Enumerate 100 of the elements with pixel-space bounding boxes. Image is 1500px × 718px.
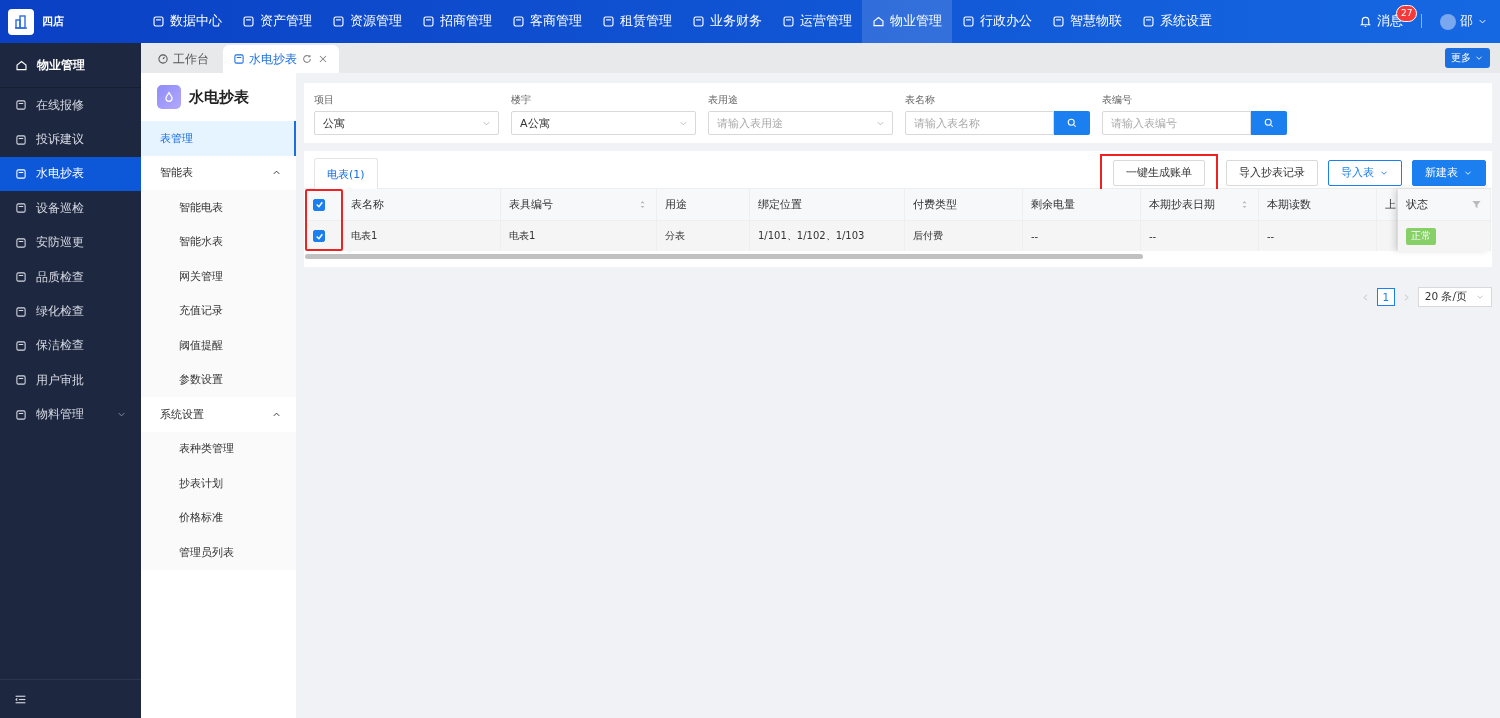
outline-square-icon bbox=[15, 374, 27, 387]
outline-square-icon bbox=[15, 305, 27, 318]
top-nav-item[interactable]: 资源管理 bbox=[322, 0, 412, 43]
top-nav-item[interactable]: 业务财务 bbox=[682, 0, 772, 43]
action-button[interactable]: 新建表 bbox=[1412, 159, 1486, 186]
brand-name: 四店 bbox=[42, 14, 64, 29]
outline-square-icon bbox=[15, 99, 27, 112]
top-nav-item[interactable]: 资产管理 bbox=[232, 0, 322, 43]
table-cell: 1/101、1/102、1/103 bbox=[750, 220, 905, 251]
field-label: 楼宇 bbox=[511, 93, 532, 105]
outline-square-icon bbox=[962, 15, 975, 28]
outline-square-icon bbox=[15, 408, 27, 421]
sidebar-item[interactable]: 安防巡更 bbox=[0, 225, 141, 260]
sidebar-item[interactable]: 在线报修 bbox=[0, 88, 141, 123]
submenu-item[interactable]: 抄表计划 bbox=[141, 466, 296, 501]
outline-square-icon bbox=[15, 236, 27, 249]
outline-square-icon bbox=[1142, 15, 1155, 28]
submenu-item[interactable]: 智能电表 bbox=[141, 190, 296, 225]
checkbox[interactable] bbox=[313, 230, 325, 242]
submenu-item[interactable]: 网关管理 bbox=[141, 259, 296, 294]
action-button[interactable]: 一键生成账单 bbox=[1113, 159, 1205, 186]
search-button[interactable] bbox=[1054, 111, 1090, 135]
gauge-icon bbox=[157, 53, 169, 65]
column-header[interactable]: 表具编号 bbox=[501, 189, 657, 220]
top-nav-item[interactable]: 客商管理 bbox=[502, 0, 592, 43]
outline-square-icon bbox=[15, 202, 27, 215]
home-icon bbox=[15, 58, 28, 72]
sidebar-item[interactable]: 保洁检查 bbox=[0, 328, 141, 364]
home-icon bbox=[872, 15, 885, 28]
search-icon bbox=[1066, 117, 1078, 129]
sidebar-item[interactable]: 物料管理 bbox=[0, 397, 141, 432]
top-nav-item[interactable]: 行政办公 bbox=[952, 0, 1042, 43]
checkbox[interactable] bbox=[313, 198, 325, 211]
search-icon bbox=[1263, 117, 1275, 129]
column-header[interactable]: 本期抄表日期 bbox=[1141, 189, 1259, 220]
outline-square-icon bbox=[15, 271, 27, 284]
building-logo-icon bbox=[8, 8, 34, 35]
sidebar-item[interactable]: 品质检查 bbox=[0, 259, 141, 295]
table-cell: -- bbox=[1259, 220, 1377, 251]
sidebar-item[interactable]: 设备巡检 bbox=[0, 191, 141, 226]
sidebar-item[interactable]: 用户审批 bbox=[0, 363, 141, 398]
avatar-icon[interactable] bbox=[1440, 13, 1456, 30]
page-tab[interactable]: 水电抄表 bbox=[223, 45, 339, 73]
column-header[interactable]: 状态 bbox=[1398, 189, 1491, 220]
outline-square-icon bbox=[692, 15, 705, 28]
status-tag: 正常 bbox=[1406, 227, 1436, 245]
submenu-item[interactable]: 参数设置 bbox=[141, 362, 296, 397]
action-button[interactable]: 导入抄表记录 bbox=[1226, 159, 1318, 186]
page-size-select[interactable]: 20 条/页 bbox=[1417, 287, 1492, 307]
submenu-item[interactable]: 系统设置 bbox=[141, 397, 296, 432]
sidebar-item[interactable]: 绿化检查 bbox=[0, 294, 141, 329]
field-label: 表用途 bbox=[708, 93, 739, 105]
top-nav-item[interactable]: 招商管理 bbox=[412, 0, 502, 43]
submenu-item[interactable]: 表管理 bbox=[141, 121, 296, 156]
submenu-item[interactable]: 阈值提醒 bbox=[141, 328, 296, 363]
outline-square-icon bbox=[602, 15, 615, 28]
page-button[interactable]: 1 bbox=[1376, 288, 1395, 306]
field-label: 表编号 bbox=[1102, 93, 1133, 105]
field-label: 表名称 bbox=[905, 93, 936, 105]
column-header: 本期读数 bbox=[1259, 189, 1377, 220]
top-nav-item[interactable]: 租赁管理 bbox=[592, 0, 682, 43]
user-name[interactable]: 邵 bbox=[1460, 13, 1473, 30]
outline-square-icon bbox=[15, 167, 27, 180]
outline-square-icon bbox=[1052, 15, 1065, 28]
table-cell: -- bbox=[1023, 220, 1141, 251]
refresh-icon bbox=[301, 53, 313, 65]
top-nav-item[interactable]: 运营管理 bbox=[772, 0, 862, 43]
column-header: 上 bbox=[1377, 189, 1397, 220]
outline-square-icon bbox=[15, 133, 27, 146]
sidebar-item[interactable]: 水电抄表 bbox=[0, 156, 141, 192]
column-header: 付费类型 bbox=[905, 189, 1023, 220]
table-cell: 后付费 bbox=[905, 220, 1023, 251]
table-tab[interactable]: 电表(1) bbox=[314, 158, 378, 189]
sidebar-item[interactable]: 投诉建议 bbox=[0, 122, 141, 157]
outline-square-icon bbox=[422, 15, 435, 28]
submenu-item[interactable]: 智能表 bbox=[141, 155, 296, 190]
top-nav-item[interactable]: 物业管理 bbox=[862, 0, 952, 43]
outline-square-icon bbox=[782, 15, 795, 28]
page-title: 水电抄表 bbox=[189, 87, 249, 107]
submenu-item[interactable]: 智能水表 bbox=[141, 224, 296, 259]
table-cell: 电表1 bbox=[501, 220, 657, 251]
search-button[interactable] bbox=[1251, 111, 1287, 135]
top-nav-item[interactable]: 智慧物联 bbox=[1042, 0, 1132, 43]
submenu-item[interactable]: 表种类管理 bbox=[141, 431, 296, 466]
top-nav-item[interactable]: 数据中心 bbox=[142, 0, 232, 43]
submenu-item[interactable]: 充值记录 bbox=[141, 293, 296, 328]
submenu-item[interactable]: 管理员列表 bbox=[141, 535, 296, 570]
page-tab[interactable]: 工作台 bbox=[147, 45, 219, 73]
more-button[interactable]: 更多 bbox=[1445, 48, 1490, 68]
table-cell: 电表1 bbox=[343, 220, 501, 251]
select-field[interactable]: 公寓 bbox=[314, 111, 499, 135]
outline-square-icon bbox=[242, 15, 255, 28]
field-label: 项目 bbox=[314, 93, 335, 105]
top-nav-item[interactable]: 系统设置 bbox=[1132, 0, 1222, 43]
submenu-item[interactable]: 价格标准 bbox=[141, 500, 296, 535]
outline-square-icon bbox=[512, 15, 525, 28]
scrollbar-thumb[interactable] bbox=[305, 254, 1143, 259]
column-header: 剩余电量 bbox=[1023, 189, 1141, 220]
select-field[interactable]: A公寓 bbox=[511, 111, 696, 135]
action-button[interactable]: 导入表 bbox=[1328, 159, 1402, 186]
